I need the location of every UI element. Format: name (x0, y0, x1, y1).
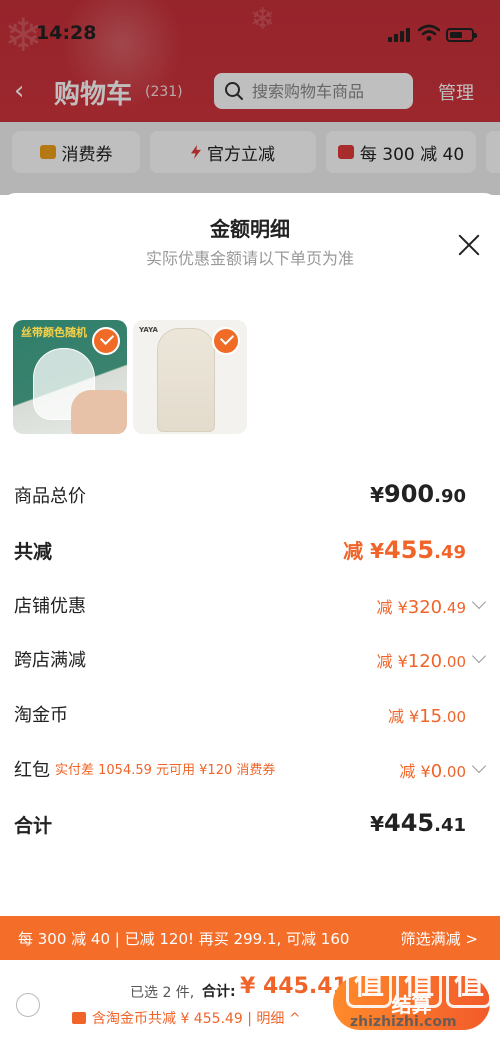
row-label: 跨店满减 (14, 650, 86, 671)
chevron-down-icon[interactable] (471, 594, 487, 610)
product-brand: YAYA (139, 326, 158, 334)
modal-backdrop[interactable] (0, 0, 500, 195)
row-goods-total: 商品总价 ¥900.90 (0, 476, 500, 516)
watermark-url: zhizhizhi.com (350, 1014, 457, 1030)
product-thumbnail[interactable]: 丝带颜色随机 (13, 320, 127, 434)
row-cross-shop[interactable]: 跨店满减 减 ¥120.00 (0, 640, 500, 680)
row-shop-discount[interactable]: 店铺优惠 减 ¥320.49 (0, 586, 500, 626)
promo-text: 每 300 减 40 | 已减 120! 再买 299.1, 可减 160 (18, 930, 350, 948)
row-label: 商品总价 (14, 486, 86, 507)
product-image-hand (71, 390, 127, 434)
row-total-discount: 共减 减 ¥455.49 (0, 531, 500, 571)
chevron-down-icon[interactable] (471, 758, 487, 774)
product-image (157, 328, 215, 432)
chevron-down-icon[interactable] (471, 648, 487, 664)
close-icon[interactable] (455, 231, 483, 259)
amount-detail-sheet: 金额明细 实际优惠金额请以下单页为准 丝带颜色随机 YAYA 商品总价 ¥900… (0, 193, 500, 1042)
selected-count: 已选 2 件, (130, 985, 195, 1001)
promo-bar: 每 300 减 40 | 已减 120! 再买 299.1, 可减 160 筛选… (0, 916, 500, 960)
row-value: 减 ¥15.00 (387, 706, 466, 727)
row-label: 店铺优惠 (14, 596, 86, 617)
sheet-subtitle: 实际优惠金额请以下单页为准 (145, 249, 354, 268)
checked-icon[interactable] (92, 327, 120, 355)
filter-full-reduction-link[interactable]: 筛选满减 > (401, 928, 478, 949)
coin-icon (72, 1012, 86, 1024)
row-value: 减 ¥0.00 (399, 761, 466, 782)
row-hongbao[interactable]: 红包 实付差 1054.59 元可用 ¥120 消费券 减 ¥0.00 (0, 750, 500, 790)
row-taojinbi: 淘金币 减 ¥15.00 (0, 695, 500, 735)
row-label: 淘金币 (14, 705, 68, 726)
row-label: 合计 (14, 815, 53, 837)
product-tag: 丝带颜色随机 (21, 326, 87, 339)
row-sum: 合计 ¥445.41 (0, 805, 500, 845)
product-thumbnail[interactable]: YAYA (133, 320, 247, 434)
row-value: 减 ¥455.49 (343, 536, 466, 564)
row-value: ¥445.41 (370, 809, 466, 837)
total-label: 合计: (202, 984, 236, 1000)
checked-icon[interactable] (212, 327, 240, 355)
sheet-title: 金额明细 (210, 217, 290, 241)
row-value: 减 ¥120.00 (376, 651, 467, 672)
detail-toggle[interactable]: 含淘金币共减 ¥ 455.49 | 明细 ^ (72, 1008, 301, 1028)
row-label: 红包 (14, 760, 50, 781)
hongbao-note: 实付差 1054.59 元可用 ¥120 消费券 (55, 763, 276, 778)
watermark-logo: 值 值 值 zhizhizhi.com (346, 962, 496, 1034)
row-label: 共减 (14, 541, 53, 563)
row-value: ¥900.90 (370, 480, 466, 508)
select-all-radio[interactable] (16, 993, 40, 1017)
row-value: 减 ¥320.49 (376, 597, 467, 618)
total-value: ¥ 445.41 (240, 974, 348, 999)
